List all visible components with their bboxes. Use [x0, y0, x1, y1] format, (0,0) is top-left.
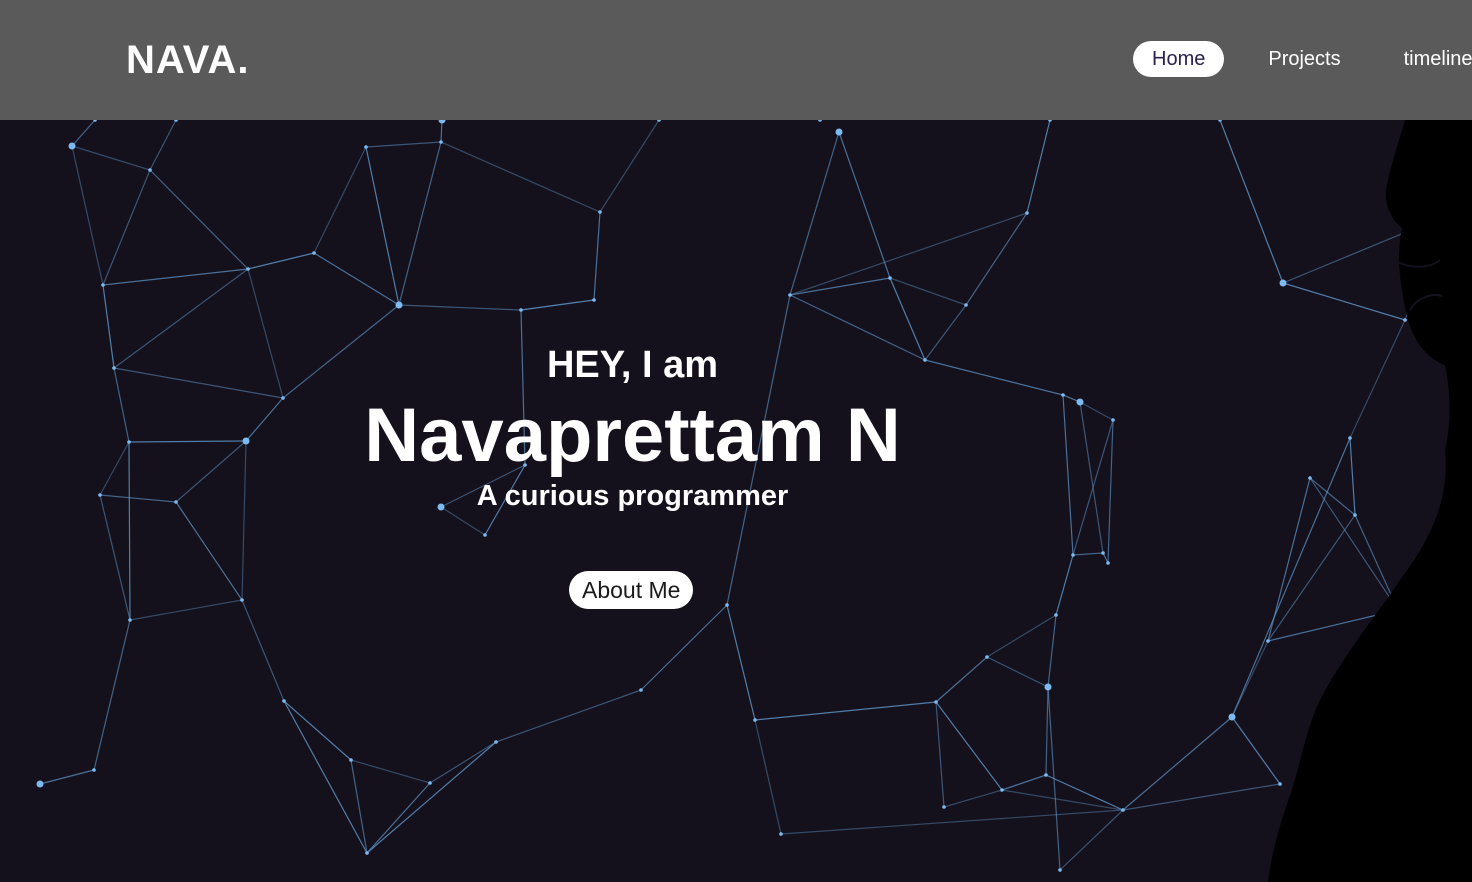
hero-tagline: A curious programmer: [476, 480, 789, 512]
nav-timeline[interactable]: timeline: [1385, 41, 1472, 77]
brand-logo[interactable]: NAVA.: [126, 38, 250, 83]
hero-name: Navaprettam N: [364, 393, 901, 478]
nav-projects[interactable]: Projects: [1249, 41, 1359, 77]
nav-home[interactable]: Home: [1133, 41, 1225, 77]
hero-section: HEY, I am Navaprettam N A curious progra…: [0, 120, 1472, 882]
hero-greeting: HEY, I am: [546, 344, 719, 386]
about-me-button[interactable]: About Me: [569, 571, 694, 609]
main-nav: Home Projects timeline: [1133, 41, 1472, 77]
header-bar: NAVA. Home Projects timeline: [0, 0, 1472, 120]
